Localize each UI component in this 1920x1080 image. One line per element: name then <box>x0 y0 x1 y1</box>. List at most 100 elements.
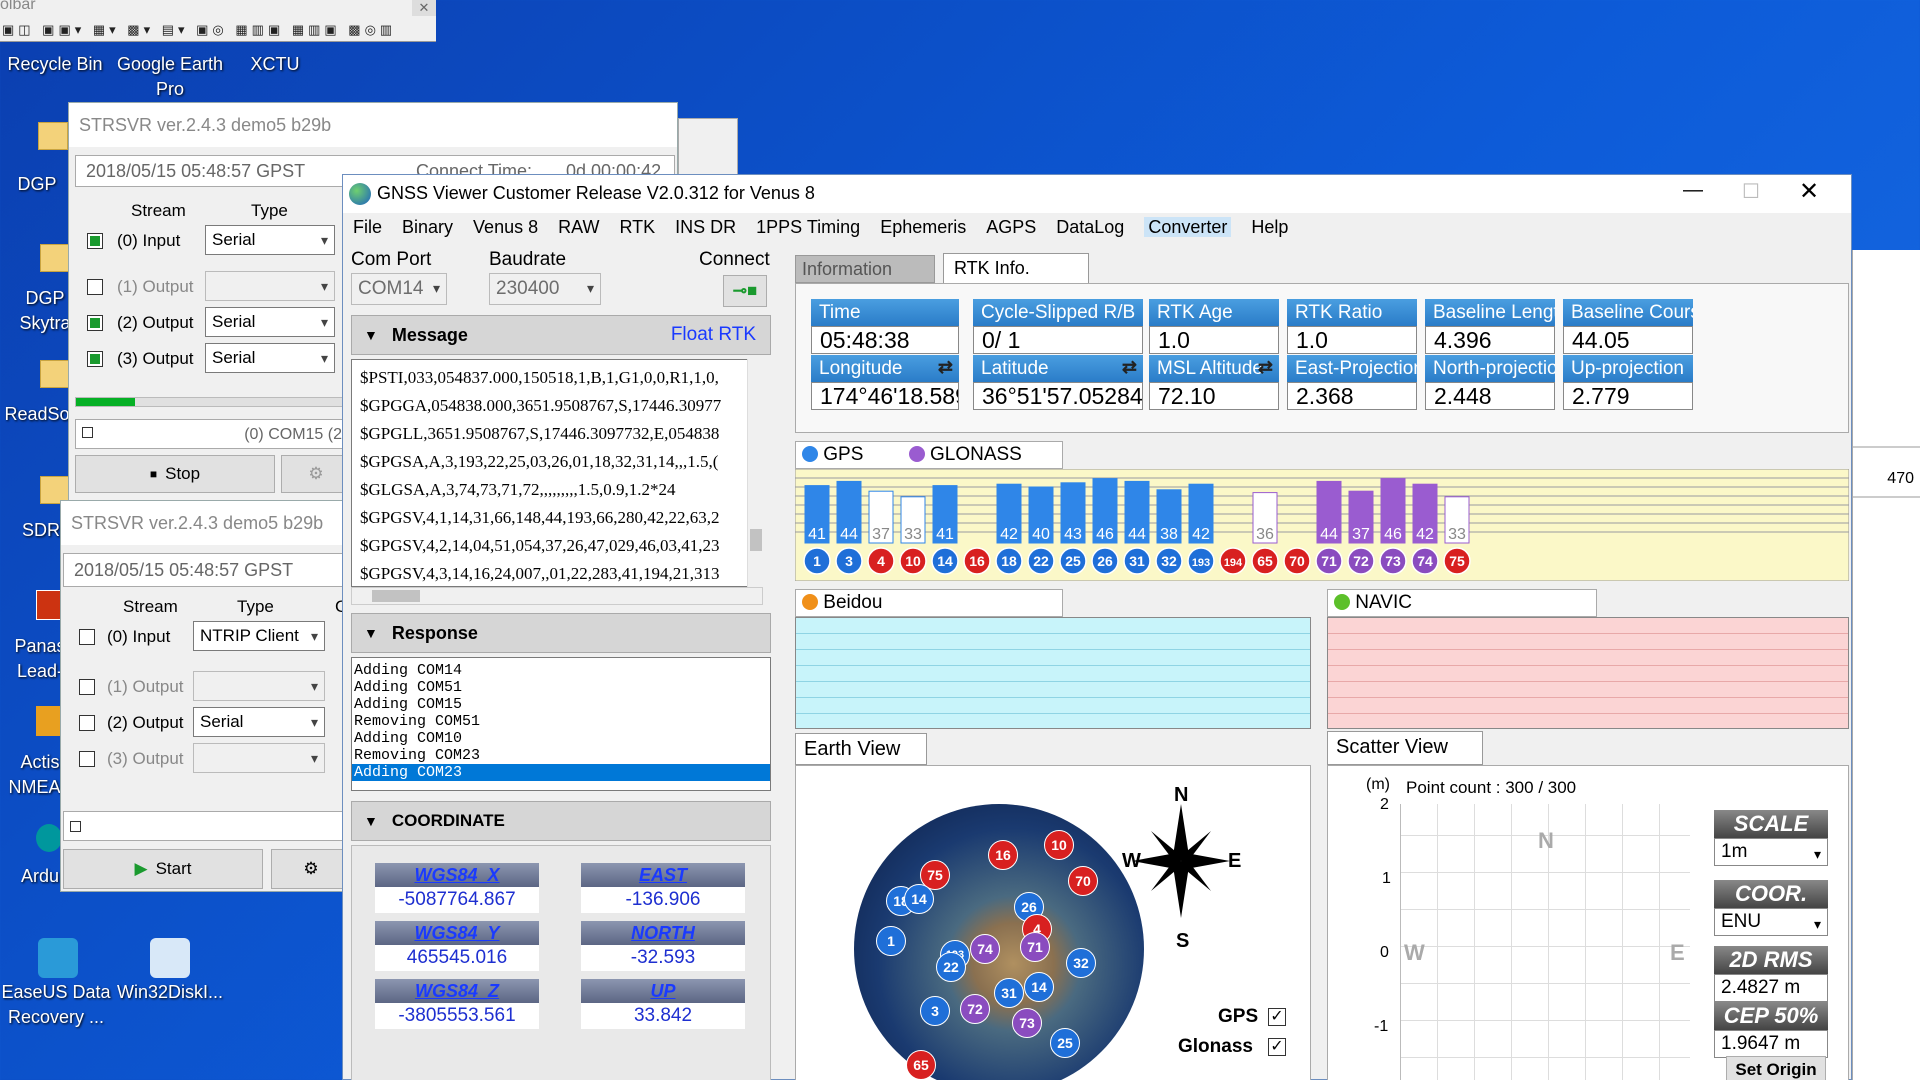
message-panel-header[interactable]: ▼ Message Float RTK <box>351 315 771 355</box>
stream-0-checkbox[interactable] <box>79 629 95 645</box>
earth-sv[interactable]: 31 <box>994 978 1024 1008</box>
earth-sv[interactable]: 74 <box>970 934 1000 964</box>
stream-2-type-select[interactable]: Serial ▾ <box>205 307 335 337</box>
earth-sv[interactable]: 16 <box>988 840 1018 870</box>
tab-information[interactable]: Information <box>795 255 935 283</box>
response-list[interactable]: Adding COM14 Adding COM51 Adding COM15 Remo… <box>351 657 771 791</box>
stream-2-checkbox[interactable] <box>79 715 95 731</box>
com-port-select[interactable]: COM14 ▾ <box>351 273 447 305</box>
response-line[interactable]: Adding COM51 <box>352 679 770 696</box>
menu-item-1pps-timing[interactable]: 1PPS Timing <box>756 217 860 237</box>
menu-item-agps[interactable]: AGPS <box>986 217 1036 237</box>
response-line[interactable]: Removing COM23 <box>352 747 770 764</box>
menu-item-converter[interactable]: Converter <box>1144 217 1232 237</box>
message-line[interactable]: $GPGSA,A,3,193,22,25,03,26,01,18,32,31,1… <box>360 448 760 476</box>
response-line[interactable]: Adding COM23 <box>352 764 770 781</box>
earth-sv[interactable]: 71 <box>1020 932 1050 962</box>
response-line[interactable]: Adding COM15 <box>352 696 770 713</box>
message-line[interactable]: $GLGSA,A,3,74,73,71,72,,,,,,,,,1.5,0.9,1… <box>360 476 760 504</box>
gnss-titlebar[interactable]: GNSS Viewer Customer Release V2.0.312 fo… <box>343 175 1851 213</box>
strsvr-titlebar[interactable]: STRSVR ver.2.4.3 demo5 b29b <box>69 103 677 147</box>
set-origin-button[interactable]: Set Origin <box>1726 1056 1826 1080</box>
coor-select[interactable]: ENU ▾ <box>1714 908 1828 936</box>
earth-sv[interactable]: 72 <box>960 994 990 1024</box>
stop-button[interactable]: ■ Stop <box>75 455 275 493</box>
desktop-icon-win32disk[interactable]: Win32DiskI... <box>110 980 230 1005</box>
message-hscroll[interactable] <box>351 587 763 605</box>
stream-2-type-select[interactable]: Serial ▾ <box>193 707 325 737</box>
refresh-icon[interactable]: ⇄ <box>1258 357 1273 378</box>
message-line[interactable]: $GPGGA,054838.000,3651.9508767,S,17446.3… <box>360 392 760 420</box>
toolbar-close-button[interactable]: ✕ <box>412 0 436 16</box>
stream-3-checkbox[interactable] <box>87 351 103 367</box>
message-line[interactable]: $GPGSV,4,2,14,04,51,054,37,26,47,029,46,… <box>360 532 760 560</box>
connect-button[interactable]: ⊸■ <box>723 275 767 307</box>
earth-sv[interactable]: 32 <box>1066 948 1096 978</box>
menu-item-ephemeris[interactable]: Ephemeris <box>880 217 966 237</box>
maximize-button[interactable]: ☐ <box>1731 179 1771 207</box>
desktop-icon-recycle-bin[interactable]: Recycle Bin <box>0 52 120 77</box>
response-panel-header[interactable]: ▼ Response <box>351 613 771 653</box>
tab-rtk-info[interactable]: RTK Info. <box>943 253 1089 285</box>
desktop-icon-google-earth[interactable]: Google Earth Pro <box>106 52 234 102</box>
earth-sv[interactable]: 10 <box>1044 830 1074 860</box>
stream-0-type-select[interactable]: NTRIP Client ▾ <box>193 621 325 651</box>
minimize-button[interactable]: — <box>1673 179 1713 207</box>
menu-item-file[interactable]: File <box>353 217 382 237</box>
message-line[interactable]: $GPGSV,4,1,14,31,66,148,44,193,66,280,42… <box>360 504 760 532</box>
status-checkbox[interactable] <box>70 821 81 832</box>
earth-sv[interactable]: 1 <box>876 926 906 956</box>
options-button[interactable]: ⚙ <box>271 849 351 889</box>
earth-sv[interactable]: 3 <box>920 996 950 1026</box>
stream-2-checkbox[interactable] <box>87 315 103 331</box>
response-line[interactable]: Removing COM51 <box>352 713 770 730</box>
baudrate-select[interactable]: 230400 ▾ <box>489 273 601 305</box>
close-button[interactable]: ✕ <box>1789 177 1829 207</box>
glonass-checkbox[interactable]: ✓ <box>1268 1038 1286 1056</box>
scale-select[interactable]: 1m ▾ <box>1714 838 1828 866</box>
earth-view-tab[interactable]: Earth View <box>795 733 927 765</box>
strsvr-titlebar[interactable]: STRSVR ver.2.4.3 demo5 b29b <box>61 501 349 545</box>
status-checkbox[interactable] <box>82 427 93 438</box>
scroll-thumb[interactable] <box>750 529 762 551</box>
earth-sv[interactable]: 14 <box>1024 972 1054 1002</box>
message-line[interactable]: $PSTI,033,054837.000,150518,1,B,1,G1,0,0… <box>360 364 760 392</box>
menu-item-ins-dr[interactable]: INS DR <box>675 217 736 237</box>
response-line[interactable]: Adding COM10 <box>352 730 770 747</box>
earth-sv[interactable]: 73 <box>1012 1008 1042 1038</box>
response-line[interactable]: Adding COM14 <box>352 662 770 679</box>
stream-3-checkbox[interactable] <box>79 751 95 767</box>
refresh-icon[interactable]: ⇄ <box>938 357 953 378</box>
options-button[interactable]: ⚙ <box>281 455 351 493</box>
menu-item-venus-8[interactable]: Venus 8 <box>473 217 538 237</box>
message-vscroll[interactable] <box>747 359 763 587</box>
earth-sv[interactable]: 70 <box>1068 866 1098 896</box>
stream-3-type-select[interactable]: Serial ▾ <box>205 343 335 373</box>
menu-item-rtk[interactable]: RTK <box>619 217 655 237</box>
desktop-icon-easeus[interactable]: EaseUS Data Recovery ... <box>0 980 116 1030</box>
stream-1-type-select[interactable]: ▾ <box>205 271 335 301</box>
toolbar-icons-row[interactable]: ▣◫ ▣▣▾ ▦▾ ▩▾ ▤▾ ▣◎ ▦▥▣ ▦▥▣ ▩◎▥ <box>2 22 434 40</box>
menu-item-datalog[interactable]: DataLog <box>1056 217 1124 237</box>
earth-sv[interactable]: 22 <box>936 952 966 982</box>
menu-item-binary[interactable]: Binary <box>402 217 453 237</box>
stream-1-checkbox[interactable] <box>79 679 95 695</box>
message-line[interactable]: $GPGSV,4,3,14,16,24,007,,01,22,283,41,19… <box>360 560 760 586</box>
scroll-thumb[interactable] <box>372 590 420 602</box>
start-button[interactable]: ▶ Start <box>63 849 263 889</box>
refresh-icon[interactable]: ⇄ <box>1122 357 1137 378</box>
message-list[interactable]: $PSTI,033,054837.000,150518,1,B,1,G1,0,0… <box>351 359 761 587</box>
menu-item-raw[interactable]: RAW <box>558 217 599 237</box>
stream-3-type-select[interactable]: ▾ <box>193 743 325 773</box>
scatter-view-tab[interactable]: Scatter View <box>1327 731 1483 765</box>
stream-1-checkbox[interactable] <box>87 279 103 295</box>
stream-0-type-select[interactable]: Serial ▾ <box>205 225 335 255</box>
message-line[interactable]: $GPGLL,3651.9508767,S,17446.3097732,E,05… <box>360 420 760 448</box>
earth-sv[interactable]: 14 <box>904 884 934 914</box>
earth-sv[interactable]: 25 <box>1050 1028 1080 1058</box>
gps-checkbox[interactable]: ✓ <box>1268 1008 1286 1026</box>
desktop-icon-xctu[interactable]: XCTU <box>220 52 330 77</box>
stream-1-type-select[interactable]: ▾ <box>193 671 325 701</box>
coordinate-panel-header[interactable]: ▼ COORDINATE <box>351 801 771 841</box>
stream-0-checkbox[interactable] <box>87 233 103 249</box>
